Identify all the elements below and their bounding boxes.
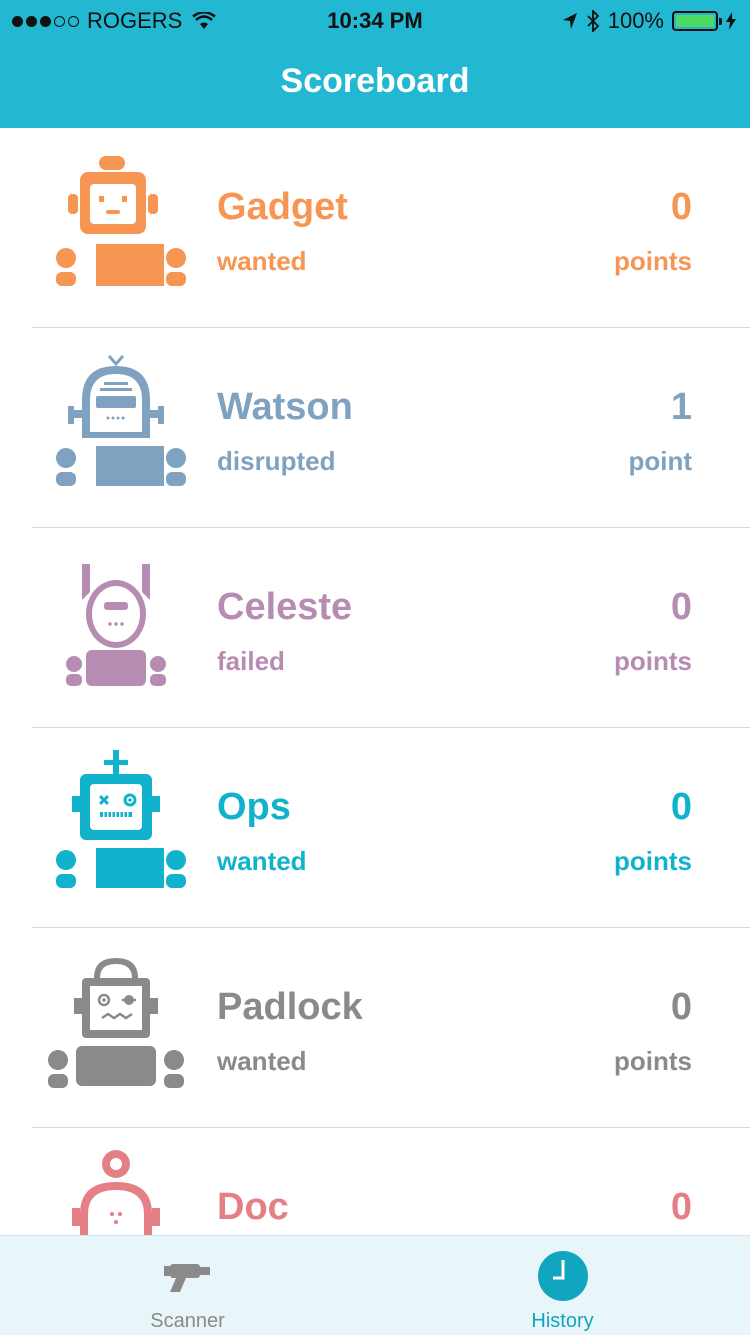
robot-name: Celeste xyxy=(217,586,353,628)
robot-status: wanted xyxy=(217,246,307,276)
robot-score: 0 xyxy=(670,986,692,1028)
robot-name: Doc xyxy=(217,1186,289,1228)
robot-score: 0 xyxy=(670,586,692,628)
robot-status: disrupted xyxy=(217,446,336,476)
tab-scanner[interactable]: Scanner xyxy=(0,1236,375,1335)
scoreboard-row-padlock[interactable]: Padlock wanted 0 points xyxy=(32,928,750,1128)
robot-score: 0 xyxy=(670,1186,692,1228)
robot-name: Ops xyxy=(217,786,291,828)
robot-score-unit: points xyxy=(614,246,692,276)
robot-score-unit: points xyxy=(614,1046,692,1076)
scoreboard-row-celeste[interactable]: Celeste failed 0 points xyxy=(32,528,750,728)
battery-icon xyxy=(672,11,722,31)
robot-score: 0 xyxy=(670,786,692,828)
scoreboard-list[interactable]: Gadget wanted 0 points Watson disrupted … xyxy=(0,128,750,1235)
page-title: Scoreboard xyxy=(280,62,470,100)
doc-robot-icon xyxy=(72,1150,160,1235)
bluetooth-icon xyxy=(587,10,599,32)
scoreboard-row-gadget[interactable]: Gadget wanted 0 points xyxy=(32,128,750,328)
ray-gun-icon xyxy=(163,1264,210,1292)
clock-icon xyxy=(537,1251,588,1301)
robot-name: Gadget xyxy=(217,186,348,228)
padlock-robot-icon xyxy=(48,958,184,1088)
robot-name: Padlock xyxy=(217,986,363,1028)
celeste-robot-icon xyxy=(66,564,166,686)
robot-status: wanted xyxy=(217,1046,307,1076)
location-arrow-icon xyxy=(562,13,577,29)
charging-bolt-icon xyxy=(726,12,736,30)
robot-status: failed xyxy=(217,646,285,676)
scoreboard-row-doc[interactable]: Doc 0 xyxy=(32,1128,750,1235)
ops-robot-icon xyxy=(56,750,186,888)
gadget-robot-icon xyxy=(56,156,186,286)
tab-label: Scanner xyxy=(150,1310,225,1332)
robot-score-unit: points xyxy=(614,646,692,676)
watson-robot-icon xyxy=(56,355,186,486)
battery-percent: 100% xyxy=(607,8,664,33)
robot-status: wanted xyxy=(217,846,307,876)
navigation-header: ROGERS 10:34 PM 100% Scoreboard xyxy=(0,0,750,128)
robot-name: Watson xyxy=(217,386,353,428)
robot-score: 0 xyxy=(670,186,692,228)
robot-score-unit: point xyxy=(628,446,692,476)
scoreboard-row-watson[interactable]: Watson disrupted 1 point xyxy=(32,328,750,528)
status-right: 100% xyxy=(562,8,736,34)
tab-history[interactable]: History xyxy=(375,1236,750,1335)
robot-score: 1 xyxy=(670,386,692,428)
tab-bar: Scanner History xyxy=(0,1235,750,1335)
robot-score-unit: points xyxy=(614,846,692,876)
tab-label: History xyxy=(531,1310,594,1332)
scoreboard-row-ops[interactable]: Ops wanted 0 points xyxy=(32,728,750,928)
status-bar: ROGERS 10:34 PM 100% xyxy=(0,0,750,40)
